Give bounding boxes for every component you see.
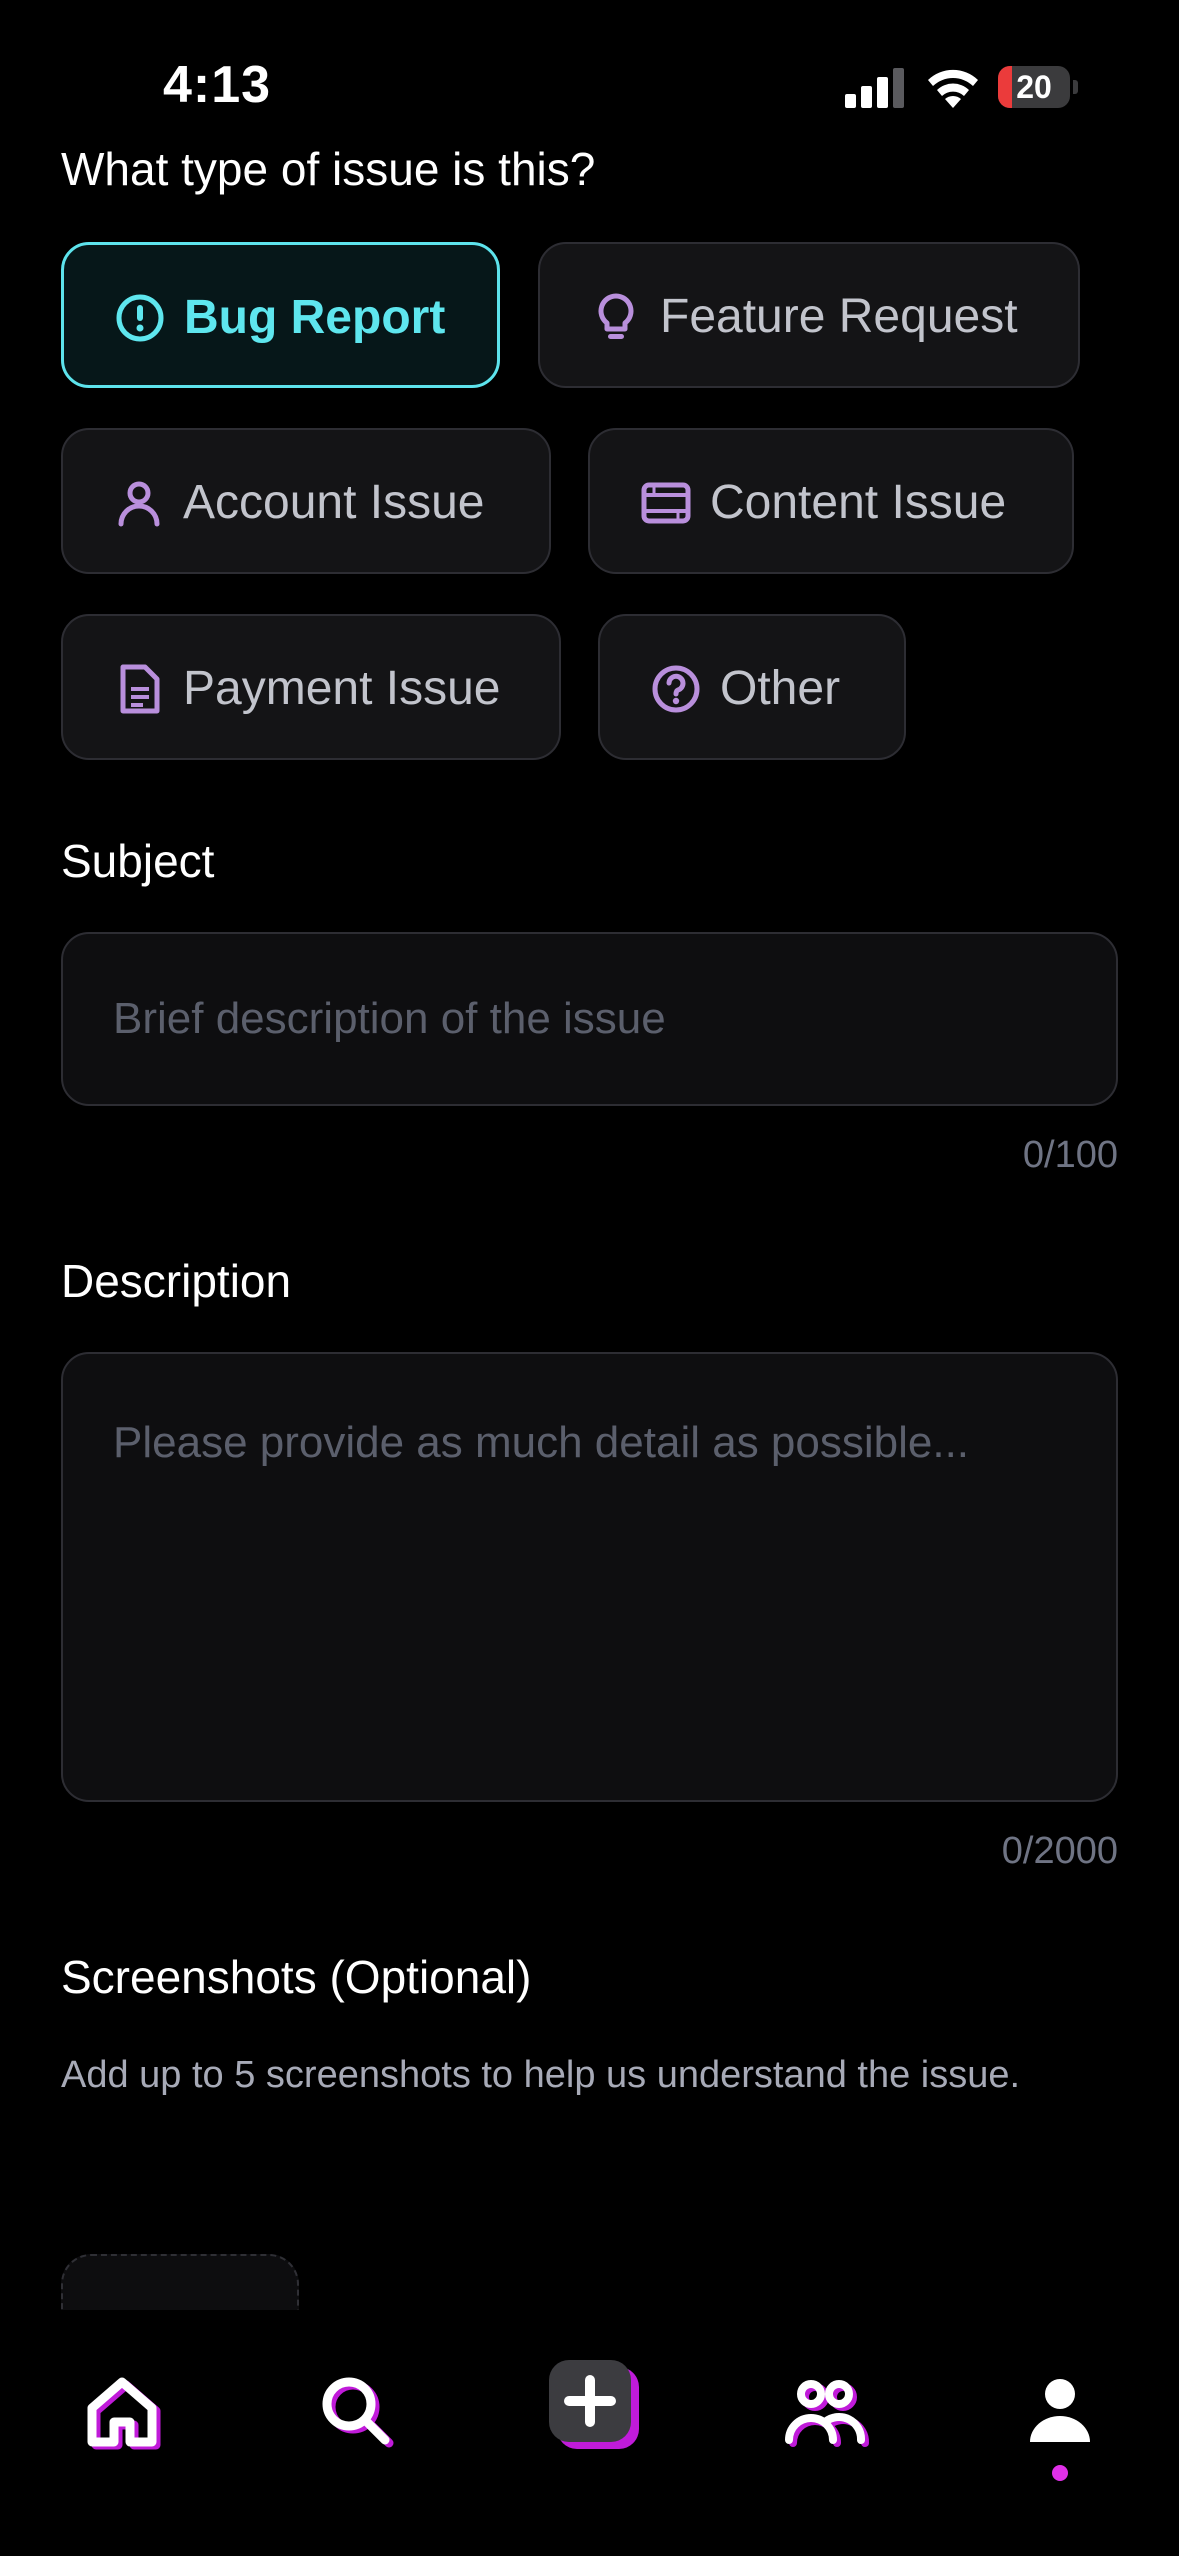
status-bar: 4:13 20 [0,0,1179,150]
profile-icon [1030,2379,1090,2442]
description-label: Description [61,1255,292,1307]
description-textarea[interactable]: Please provide as much detail as possibl… [61,1352,1118,1802]
nav-profile[interactable] [1010,2360,1110,2460]
nav-home[interactable] [70,2360,170,2460]
chip-feature-request[interactable]: Feature Request [538,242,1080,388]
chip-bug-report[interactable]: Bug Report [61,242,500,388]
battery-indicator: 20 [998,66,1078,108]
chip-label: Account Issue [183,476,485,529]
nav-create[interactable] [549,2360,639,2449]
active-tab-indicator [1052,2465,1068,2481]
chip-label: Other [720,662,841,715]
chip-label: Payment Issue [183,662,501,715]
plus-icon [564,2375,616,2427]
film-icon [641,482,691,524]
description-placeholder: Please provide as much detail as possibl… [113,1418,970,1467]
screenshots-help: Add up to 5 screenshots to help us under… [61,2054,1021,2096]
question-circle-icon [652,665,700,713]
battery-level: 20 [1016,69,1052,105]
bottom-nav [0,2310,1179,2556]
lightbulb-icon [598,293,634,339]
subject-counter: 0/100 [1022,1134,1118,1176]
chip-content-issue[interactable]: Content Issue [588,428,1074,574]
exclamation-circle-icon [116,294,164,342]
issue-type-label: What type of issue is this? [61,143,596,195]
chip-label: Feature Request [660,290,1018,343]
wifi-icon [928,69,978,108]
chip-other[interactable]: Other [598,614,906,760]
nav-friends[interactable] [775,2360,875,2460]
document-icon [120,664,160,714]
chip-label: Content Issue [710,476,1007,529]
subject-input[interactable]: Brief description of the issue [61,932,1118,1106]
nav-search[interactable] [305,2360,405,2460]
chip-payment-issue[interactable]: Payment Issue [61,614,561,760]
search-icon [322,2377,394,2448]
home-icon [87,2377,161,2450]
friends-icon [785,2380,869,2447]
subject-label: Subject [61,835,215,887]
subject-placeholder: Brief description of the issue [113,994,666,1043]
person-icon [118,481,160,527]
status-time: 4:13 [163,56,272,114]
screenshots-label: Screenshots (Optional) [61,1951,532,2003]
chip-label: Bug Report [184,291,446,344]
chip-account-issue[interactable]: Account Issue [61,428,551,574]
description-counter: 0/2000 [1001,1830,1118,1872]
cellular-signal-icon [845,68,904,108]
